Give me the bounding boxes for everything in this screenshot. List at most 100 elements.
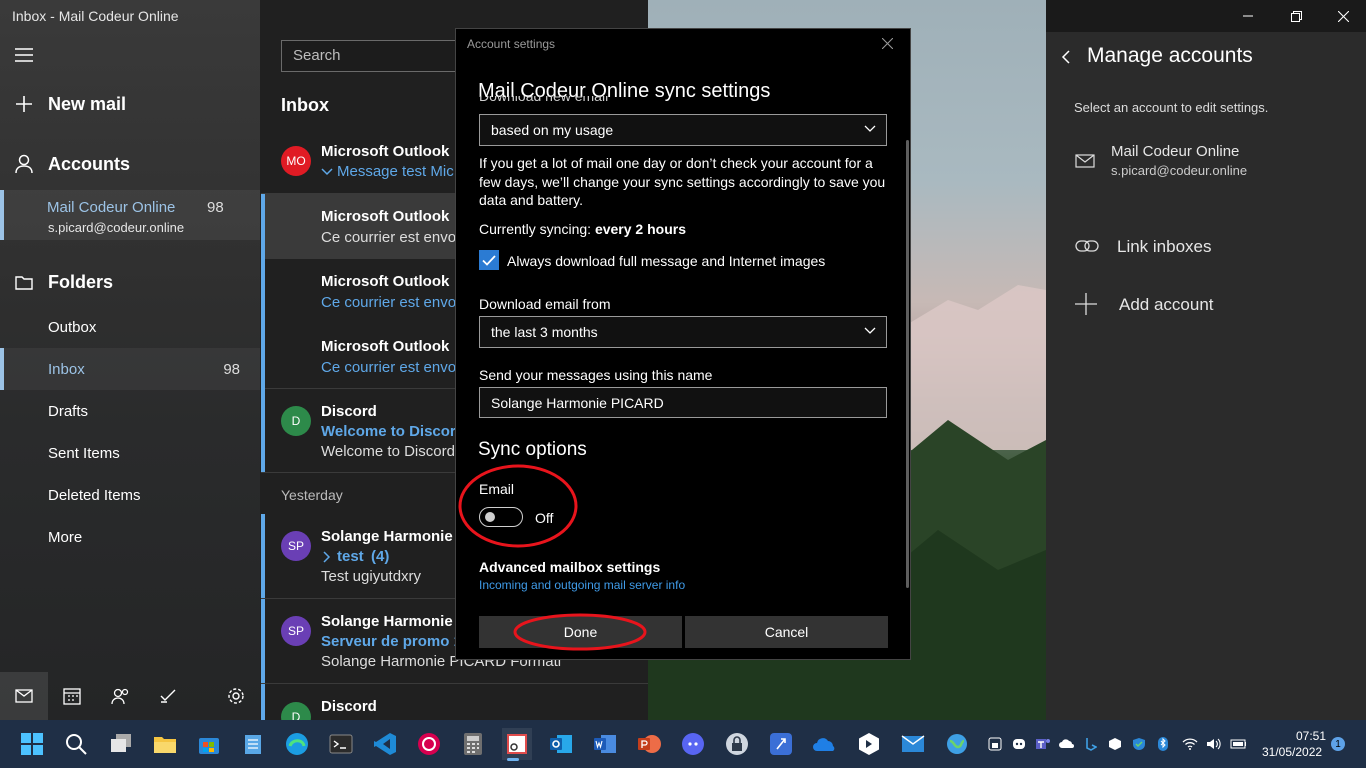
cancel-button[interactable]: Cancel [685,616,888,648]
restore-button[interactable] [1273,0,1319,32]
message-preview: Ce courrier est envoy [321,229,464,246]
message-subject: Ce courrier est envoy [321,359,464,376]
notepad-icon[interactable] [238,728,268,760]
battery-icon[interactable] [1230,736,1246,752]
tray-bing-icon[interactable] [1083,736,1099,752]
unread-indicator [261,389,265,472]
download-new-email-dropdown[interactable]: based on my usage [479,114,887,146]
dialog-caption: Account settings [467,37,556,51]
vpn-lock-icon[interactable] [722,728,752,760]
task-view-icon[interactable] [106,728,136,760]
search-icon[interactable] [61,728,91,760]
hamburger-menu-icon[interactable] [14,47,34,63]
close-icon[interactable] [882,38,893,49]
calendar-icon[interactable] [48,672,96,720]
terminal-icon[interactable] [326,728,356,760]
mail-app-icon[interactable] [898,728,928,760]
currently-syncing-label: Currently syncing: [479,221,592,237]
folder-label: Outbox [48,318,97,336]
clock-time[interactable]: 07:51 [1296,729,1326,743]
folder-inbox[interactable]: Inbox 98 [0,348,260,390]
folder-drafts[interactable]: Drafts [0,390,260,432]
window-title: Inbox - Mail Codeur Online [12,8,179,24]
people-icon[interactable] [96,672,144,720]
outlook-icon[interactable] [546,728,576,760]
folder-icon [0,274,48,290]
minimize-button[interactable] [1225,0,1271,32]
navigation-pane: Inbox - Mail Codeur Online New mail Acco… [0,0,260,720]
manage-accounts-title: Manage accounts [1087,44,1253,67]
full-message-checkbox[interactable] [479,250,499,270]
message-sender: Microsoft Outlook [321,143,450,160]
onedrive-icon[interactable] [810,728,840,760]
thread-indicator [261,194,265,389]
chevron-right-icon[interactable] [321,551,331,563]
sync-options-heading: Sync options [478,439,587,460]
tray-discord-icon[interactable] [1011,736,1027,752]
volume-icon[interactable] [1206,736,1222,752]
edge-browser-icon[interactable] [282,728,312,760]
date-group-header: Yesterday [281,487,343,503]
folder-label: Inbox [48,360,85,378]
hexagon-app-icon[interactable] [854,728,884,760]
powerpoint-icon[interactable] [634,728,664,760]
dialog-scrollbar[interactable] [906,140,909,588]
link-inboxes-button[interactable]: Link inboxes [1117,237,1212,257]
debian-app-icon[interactable] [414,728,444,760]
tray-security-icon[interactable] [1131,736,1147,752]
currently-syncing: Currently syncing: every 2 hours [479,221,686,237]
bluetooth-icon[interactable] [1155,736,1171,752]
message-sender: Solange Harmonie I [321,613,462,630]
chevron-down-icon[interactable] [321,166,333,176]
folder-label: Drafts [48,402,89,420]
advanced-settings-link[interactable]: Incoming and outgoing mail server info [479,578,685,592]
new-mail-button[interactable]: New mail [0,84,260,124]
accounts-header[interactable]: Accounts [0,144,260,184]
tray-lock-icon[interactable] [987,736,1003,752]
thread-count: (4) [371,548,390,565]
message-subject: test [337,548,364,565]
snipping-tool-icon[interactable] [502,728,532,760]
settings-gear-icon[interactable] [212,672,260,720]
message-subject: Message test Mic [337,163,454,180]
annotation-ellipse [513,613,647,651]
vscode-icon[interactable] [370,728,400,760]
close-window-button[interactable] [1320,0,1366,32]
manage-account-name[interactable]: Mail Codeur Online [1111,143,1239,160]
tray-teams-icon[interactable] [1035,736,1051,752]
message-preview: Test ugiyutdxry [321,568,422,585]
folder-deleted-items[interactable]: Deleted Items [0,474,260,516]
globe-app-icon[interactable] [942,728,972,760]
microsoft-store-icon[interactable] [194,728,224,760]
remote-app-icon[interactable] [766,728,796,760]
send-name-input[interactable]: Solange Harmonie PICARD [479,387,887,418]
folders-label: Folders [48,271,114,292]
folders-header[interactable]: Folders [0,262,260,302]
folder-label: Sent Items [48,444,120,462]
back-arrow-icon[interactable] [1061,50,1071,64]
file-explorer-icon[interactable] [150,728,180,760]
clock-date[interactable]: 31/05/2022 [1262,745,1322,759]
start-windows-icon[interactable] [17,728,47,760]
sync-description: If you get a lot of mail one day or don’… [479,155,886,208]
plus-icon [1075,293,1097,315]
tray-cloud-icon[interactable] [1059,736,1075,752]
todo-icon[interactable] [144,672,192,720]
word-icon[interactable] [590,728,620,760]
calculator-icon[interactable] [458,728,488,760]
discord-icon[interactable] [678,728,708,760]
manage-accounts-pane [1046,32,1366,720]
message-item[interactable]: D Discord [261,684,648,732]
folder-more[interactable]: More [0,516,260,558]
avatar: D [281,406,311,436]
notification-badge[interactable]: 1 [1331,737,1345,751]
message-preview: Welcome to Discord [321,443,455,460]
download-from-dropdown[interactable]: the last 3 months [479,316,887,348]
selection-indicator [0,348,4,390]
wifi-icon[interactable] [1182,736,1198,752]
mail-icon[interactable] [0,672,48,720]
folder-outbox[interactable]: Outbox [0,306,260,348]
folder-sent-items[interactable]: Sent Items [0,432,260,474]
add-account-button[interactable]: Add account [1119,295,1214,315]
tray-hexagon-icon[interactable] [1107,736,1123,752]
